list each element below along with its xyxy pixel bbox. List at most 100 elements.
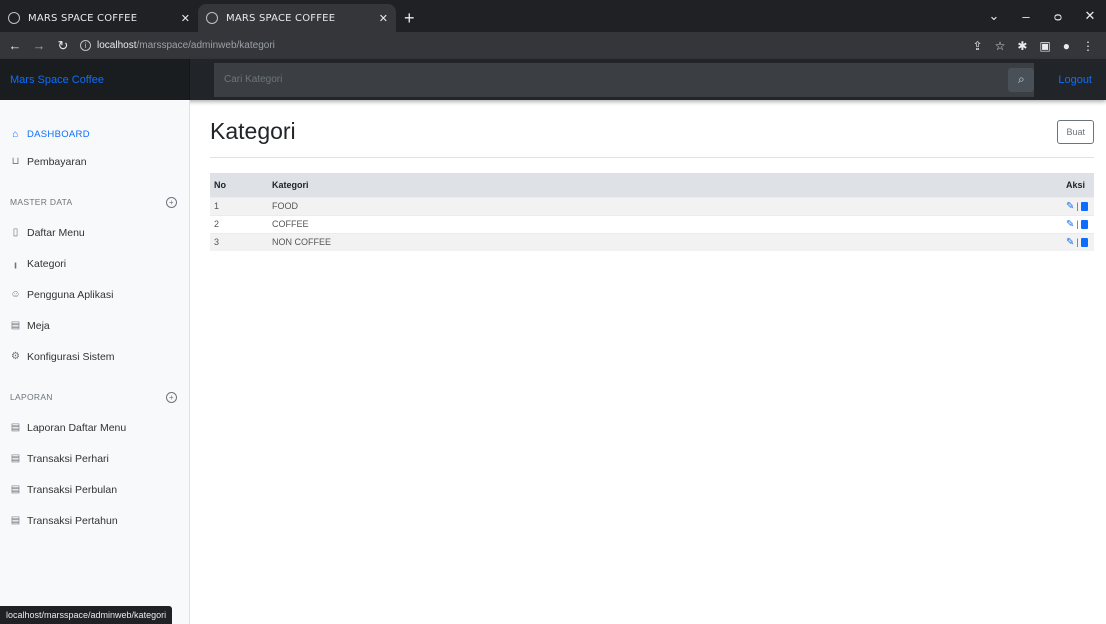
sidebar: ⌂ DASHBOARD ⊔ Pembayaran MASTER DATA + ▯…	[0, 100, 190, 624]
column-header-no: No	[214, 179, 226, 190]
file-text-icon: ▤	[10, 422, 21, 433]
sidebar-item-label: Kategori	[27, 257, 67, 270]
bookmark-star-icon[interactable]: ☆	[995, 39, 1006, 53]
plus-circle-icon[interactable]: +	[166, 391, 177, 403]
cell-aksi: ✎ |	[1062, 196, 1094, 215]
url-field[interactable]: i localhost/marsspace/adminweb/kategori	[80, 36, 963, 56]
sidebar-item-daftar-menu[interactable]: ▯ Daftar Menu	[0, 217, 189, 248]
extensions-puzzle-icon[interactable]: ✱	[1017, 39, 1027, 53]
url-path: /marsspace/adminweb/kategori	[136, 40, 275, 51]
sidebar-heading-label: LAPORAN	[10, 392, 53, 402]
cell-aksi: ✎ |	[1062, 214, 1094, 233]
sidebar-item-pembayaran[interactable]: ⊔ Pembayaran	[0, 146, 189, 177]
layers-icon: ▤	[10, 320, 21, 331]
edit-icon[interactable]: ✎	[1066, 201, 1074, 212]
coffee-favicon-icon	[206, 12, 218, 24]
action-separator: |	[1076, 219, 1079, 229]
file-icon: ▯	[12, 227, 19, 238]
close-icon[interactable]: ✕	[379, 12, 388, 25]
trash-icon[interactable]	[1080, 219, 1088, 229]
action-separator: |	[1076, 201, 1079, 211]
sidepanel-icon[interactable]: ▣	[1039, 39, 1050, 53]
home-icon: ⌂	[12, 128, 19, 140]
sidebar-item-transaksi-pertahun[interactable]: ▤ Transaksi Pertahun	[0, 505, 189, 536]
trash-icon[interactable]	[1080, 201, 1088, 211]
restore-icon[interactable]: ᴑ	[1042, 9, 1074, 24]
cell-kategori: FOOD	[268, 196, 1062, 215]
minimize-icon[interactable]: –	[1010, 9, 1042, 24]
profile-icon[interactable]: ●	[1063, 39, 1070, 53]
sidebar-heading-master: MASTER DATA +	[0, 187, 189, 217]
menu-kebab-icon[interactable]: ⋮	[1082, 39, 1094, 53]
logout-link[interactable]: Logout	[1048, 74, 1106, 86]
window-controls: ⌄ – ᴑ ✕	[978, 0, 1106, 32]
table-row: 1 FOOD ✎ |	[210, 196, 1094, 215]
sidebar-item-laporan-menu[interactable]: ▤ Laporan Daftar Menu	[0, 412, 189, 443]
settings-icon: ⚙	[11, 351, 20, 362]
file-text-icon: ▤	[10, 484, 21, 495]
sidebar-item-konfigurasi[interactable]: ⚙ Konfigurasi Sistem	[0, 341, 189, 372]
sidebar-item-kategori[interactable]: ╻ Kategori	[0, 248, 189, 279]
tab-title: MARS SPACE COFFEE	[226, 12, 336, 24]
column-header-aksi: Aksi	[1066, 179, 1086, 190]
cell-no: 3	[210, 232, 268, 251]
sidebar-item-label: Meja	[27, 319, 50, 332]
sidebar-item-label: Laporan Daftar Menu	[27, 421, 127, 434]
forward-icon[interactable]: →	[32, 38, 46, 53]
sidebar-item-transaksi-perhari[interactable]: ▤ Transaksi Perhari	[0, 443, 189, 474]
search-input[interactable]	[214, 62, 1035, 97]
edit-icon[interactable]: ✎	[1066, 237, 1074, 248]
cell-kategori: NON COFFEE	[268, 232, 1062, 251]
sidebar-item-pengguna[interactable]: ☺ Pengguna Aplikasi	[0, 279, 189, 310]
sidebar-item-label: Konfigurasi Sistem	[27, 350, 115, 363]
tab-search-icon[interactable]: ⌄	[978, 8, 1010, 24]
file-text-icon: ▤	[10, 453, 21, 464]
coffee-favicon-icon	[8, 12, 20, 24]
url-host: localhost	[97, 40, 137, 51]
browser-addressbar: ← → ↻ i localhost/marsspace/adminweb/kat…	[0, 32, 1106, 59]
cart-icon: ⊔	[11, 156, 20, 167]
back-icon[interactable]: ←	[8, 38, 22, 53]
browser-tab-active[interactable]: MARS SPACE COFFEE ✕	[198, 4, 396, 32]
browser-extensions: ⇪ ☆ ✱ ▣ ● ⋮	[973, 39, 1098, 53]
sidebar-item-meja[interactable]: ▤ Meja	[0, 310, 189, 341]
cell-kategori: COFFEE	[268, 214, 1062, 233]
brand-logo[interactable]: Mars Space Coffee	[0, 59, 190, 100]
app-navbar: Mars Space Coffee ⌕ Logout	[0, 59, 1106, 100]
table-header-row: No Kategori Aksi	[210, 173, 1094, 197]
browser-tab[interactable]: MARS SPACE COFFEE ✕	[0, 4, 198, 32]
reload-icon[interactable]: ↻	[56, 38, 70, 54]
sidebar-item-transaksi-perbulan[interactable]: ▤ Transaksi Perbulan	[0, 474, 189, 505]
new-tab-button[interactable]: +	[396, 4, 423, 32]
create-button[interactable]: Buat	[1057, 119, 1094, 144]
sidebar-heading-laporan: LAPORAN +	[0, 382, 189, 412]
sidebar-item-label: DASHBOARD	[27, 128, 90, 140]
close-icon[interactable]: ✕	[181, 12, 190, 25]
bar-chart-icon: ╻	[12, 258, 19, 269]
table-row: 2 COFFEE ✎ |	[210, 214, 1094, 233]
share-icon[interactable]: ⇪	[973, 39, 983, 53]
page-header: Kategori Buat	[210, 100, 1094, 158]
browser-tabstrip: MARS SPACE COFFEE ✕ MARS SPACE COFFEE ✕ …	[0, 0, 1106, 32]
info-icon[interactable]: i	[80, 40, 91, 51]
users-icon: ☺	[10, 289, 21, 300]
sidebar-item-label: Transaksi Perbulan	[27, 483, 118, 496]
browser-status-url: localhost/marsspace/adminweb/kategori	[0, 606, 173, 624]
edit-icon[interactable]: ✎	[1066, 219, 1074, 230]
table-row: 3 NON COFFEE ✎ |	[210, 232, 1094, 251]
tab-title: MARS SPACE COFFEE	[28, 12, 138, 24]
window-close-icon[interactable]: ✕	[1074, 8, 1106, 24]
plus-circle-icon[interactable]: +	[166, 196, 177, 208]
kategori-table: No Kategori Aksi 1 FOOD ✎ | 2 COFFEE ✎ |…	[210, 173, 1094, 251]
sidebar-item-label: Pembayaran	[27, 155, 87, 168]
search-icon[interactable]: ⌕	[1008, 67, 1035, 92]
sidebar-item-label: Daftar Menu	[27, 226, 85, 239]
cell-no: 2	[210, 214, 268, 233]
column-header-kategori: Kategori	[272, 179, 309, 190]
cell-aksi: ✎ |	[1062, 232, 1094, 251]
sidebar-item-label: Pengguna Aplikasi	[27, 288, 114, 301]
sidebar-item-dashboard[interactable]: ⌂ DASHBOARD	[0, 122, 189, 146]
trash-icon[interactable]	[1080, 237, 1088, 247]
main-content: Kategori Buat No Kategori Aksi 1 FOOD ✎ |	[190, 100, 1106, 624]
cell-no: 1	[210, 196, 268, 215]
